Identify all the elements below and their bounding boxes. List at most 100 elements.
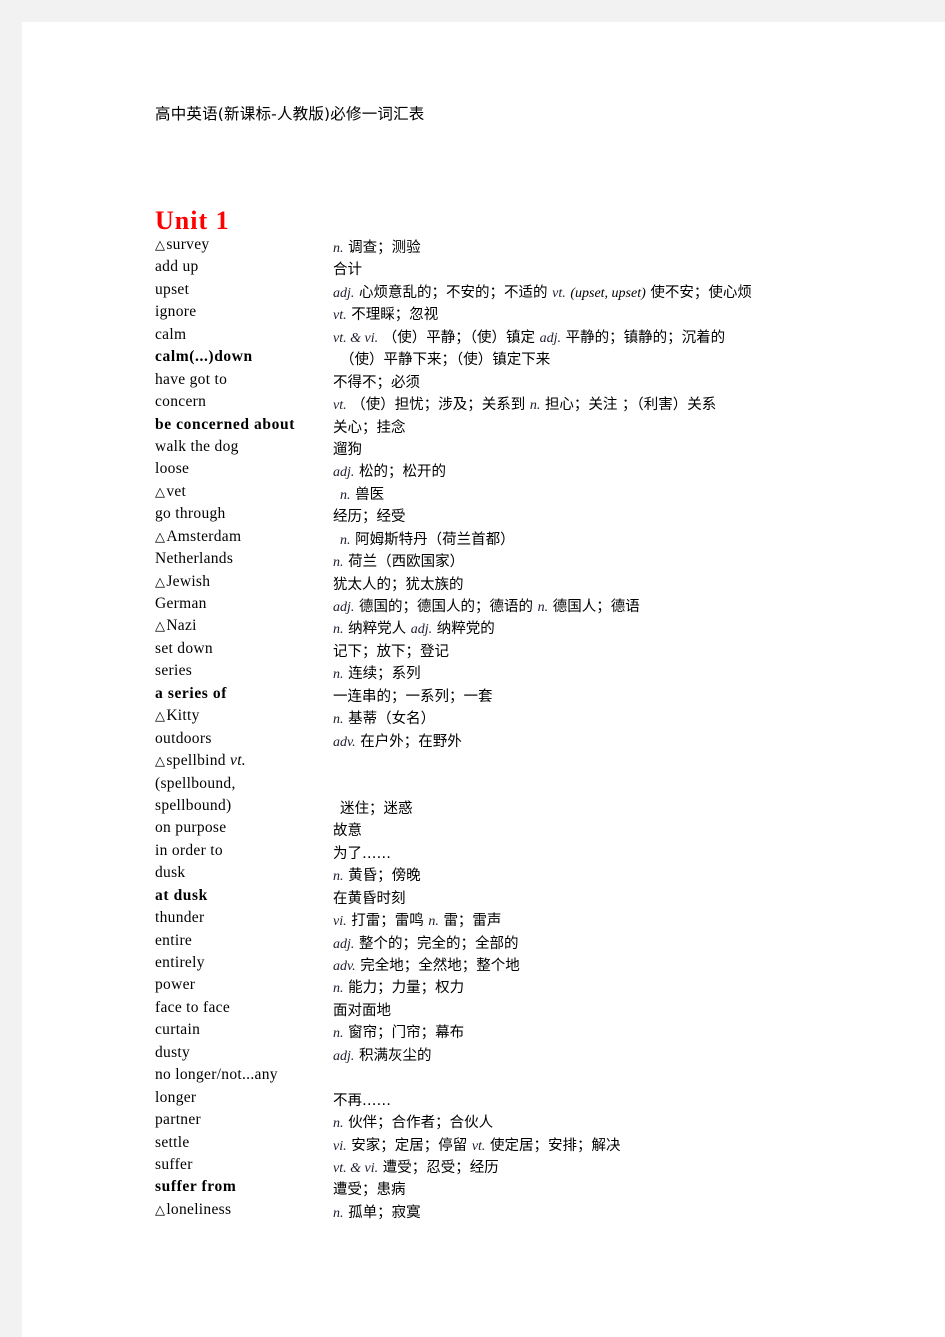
definition-pos: adv. [333, 959, 356, 974]
vocabulary-definition: 犹太人的；犹太族的 [333, 573, 464, 594]
definition-cn: 关心；挂念 [333, 419, 406, 436]
definition-cn: 遭受；患病 [333, 1182, 406, 1199]
vocabulary-word-text: partner [155, 1111, 201, 1129]
definition-pos: n. [333, 241, 344, 256]
definition-pos: vt. & vi. [333, 330, 379, 346]
triangle-marker-icon: △ [155, 238, 166, 253]
vocabulary-word: △Nazi [155, 617, 197, 635]
vocabulary-row: Netherlands n. 荷兰（西欧国家） [22, 550, 945, 572]
vocabulary-word-text: thunder [155, 909, 205, 927]
vocabulary-definition: 在黄昏时刻 [333, 887, 406, 908]
definition-cn: （使）平静；（使）镇定 [382, 329, 535, 346]
vocabulary-row: German adj. 德国的；德国人的；德语的 n. 德国人；德语 [22, 595, 945, 617]
vocabulary-word-text: German [155, 595, 207, 612]
vocabulary-word: upset [155, 281, 189, 299]
definition-cn: （使）平静下来；（使）镇定下来 [340, 352, 551, 369]
definition-pos: n. [340, 532, 351, 548]
vocabulary-row: partner n. 伙伴；合作者；合伙人 [22, 1111, 945, 1133]
vocabulary-definition: 迷住；迷惑 [340, 797, 413, 818]
vocabulary-definition: 不得不；必须 [333, 371, 420, 392]
vocabulary-word: face to face [155, 999, 230, 1017]
vocabulary-row: power n. 能力；力量；权力 [22, 976, 945, 998]
definition-cn: 遛狗 [333, 441, 362, 458]
vocabulary-row: (spellbound, [22, 775, 945, 797]
definition-pos: vi. [333, 1138, 347, 1154]
vocabulary-word: add up [155, 258, 199, 276]
definition-cn: 能力；力量；权力 [348, 980, 465, 997]
vocabulary-word: go through [155, 505, 226, 523]
vocabulary-row: walk the dog 遛狗 [22, 438, 945, 460]
vocabulary-word-text: outdoors [155, 729, 212, 747]
definition-cn: 遭受；忍受；经历 [382, 1159, 499, 1176]
vocabulary-definition: 遛狗 [333, 438, 362, 459]
vocabulary-word: entire [155, 932, 192, 950]
vocabulary-definition: n. 调查；测验 [333, 236, 421, 257]
definition-cn: 为了…… [333, 845, 391, 862]
definition-pos: n. [333, 622, 344, 638]
vocabulary-row: △ spellbind vt. [22, 752, 945, 774]
vocabulary-row: a series of 一连串的；一系列；一套 [22, 685, 945, 707]
vocabulary-row: upset adj. 心烦意乱的；不安的；不适的 vt. (upset, upse… [22, 281, 945, 303]
vocabulary-definition: 关心；挂念 [333, 416, 406, 437]
definition-pos: adv. [333, 734, 356, 750]
vocabulary-word: at dusk [155, 887, 208, 905]
definition-cn: 打雷；雷鸣 [351, 913, 424, 930]
vocabulary-word-text: Kitty [166, 707, 200, 725]
vocabulary-word: longer [155, 1089, 196, 1107]
vocabulary-word: ignore [155, 303, 196, 321]
vocabulary-row: settle vi. 安家；定居；停留 vt. 使定居；安排；解决 [22, 1134, 945, 1156]
vocabulary-word-text: spellbind [166, 752, 226, 770]
vocabulary-row: set down 记下；放下；登记 [22, 640, 945, 662]
vocabulary-word: △vet [155, 483, 186, 501]
definition-cn: 德国的；德国人的；德语的 [359, 599, 533, 615]
vocabulary-word-text: a series of [155, 684, 228, 702]
vocabulary-word-text: Amsterdam [166, 527, 242, 545]
vocabulary-word: suffer [155, 1156, 193, 1174]
vocabulary-row: △Jewish 犹太人的；犹太族的 [22, 573, 945, 595]
definition-pos: n. [333, 869, 344, 885]
vocabulary-row: △vet n. 兽医 [22, 483, 945, 505]
vocabulary-definition: 故意 [333, 819, 362, 840]
vocabulary-row: △loneliness n. 孤单；寂寞 [22, 1201, 945, 1223]
vocabulary-definition: adv. 在户外；在野外 [333, 730, 462, 751]
vocabulary-word: entirely [155, 954, 205, 972]
definition-pos: adj. [333, 936, 355, 952]
vocabulary-word: thunder [155, 909, 204, 927]
vocabulary-word-text: curtain [155, 1021, 201, 1039]
vocabulary-row: curtain n. 窗帘；门帘；幕布 [22, 1021, 945, 1043]
definition-cn: 不理睬；忽视 [351, 307, 439, 324]
triangle-marker-icon: △ [155, 619, 166, 635]
definition-cn: 积满灰尘的 [359, 1047, 432, 1064]
vocabulary-row: calm(...)down （使）平静下来；（使）镇定下来 [22, 348, 945, 370]
vocabulary-definition: n. 孤单；寂寞 [333, 1201, 421, 1222]
vocabulary-definition: n. 荷兰（西欧国家） [333, 550, 464, 571]
vocabulary-definition: （使）平静下来；（使）镇定下来 [340, 348, 550, 369]
triangle-marker-icon: △ [155, 529, 166, 545]
vocabulary-definition: 记下；放下；登记 [333, 640, 449, 661]
vocabulary-word: concern [155, 393, 206, 411]
definition-pos: n. [333, 712, 344, 728]
definition-cn: 兽医 [355, 486, 385, 503]
vocabulary-word-text: have got to [155, 370, 228, 388]
definition-cn: 德国人；德语 [552, 599, 640, 615]
vocabulary-row: no longer/not...any [22, 1066, 945, 1088]
vocabulary-word: no longer/not...any [155, 1066, 278, 1084]
vocabulary-word: a series of [155, 685, 227, 703]
vocabulary-row: △Amsterdam n. 阿姆斯特丹（荷兰首都） [22, 528, 945, 550]
vocabulary-word-text: be concerned about [155, 415, 295, 433]
definition-cn: 阿姆斯特丹（荷兰首都） [355, 531, 515, 548]
vocabulary-word: German [155, 595, 207, 613]
vocabulary-row: face to face 面对面地 [22, 999, 945, 1021]
vocabulary-row: ignore vt. 不理睬；忽视 [22, 303, 945, 325]
definition-cn: 不得不；必须 [333, 374, 420, 391]
definition-pos: adj. [333, 600, 355, 615]
definition-cn: 平静的；镇静的；沉着的 [565, 329, 726, 346]
vocabulary-word-text: Netherlands [155, 550, 234, 568]
vocabulary-word: △survey [155, 236, 209, 254]
vocabulary-word: in order to [155, 842, 223, 860]
vocabulary-word-text: entirely [155, 954, 205, 971]
document-title: 高中英语(新课标-人教版)必修一词汇表 [155, 105, 425, 123]
vocabulary-definition: 一连串的；一系列；一套 [333, 685, 493, 706]
vocabulary-row: spellbound) 迷住；迷惑 [22, 797, 945, 819]
vocabulary-definition: vt. （使）担忧；涉及；关系到 n. 担心；关注 ；（利害）关系 [333, 393, 716, 414]
